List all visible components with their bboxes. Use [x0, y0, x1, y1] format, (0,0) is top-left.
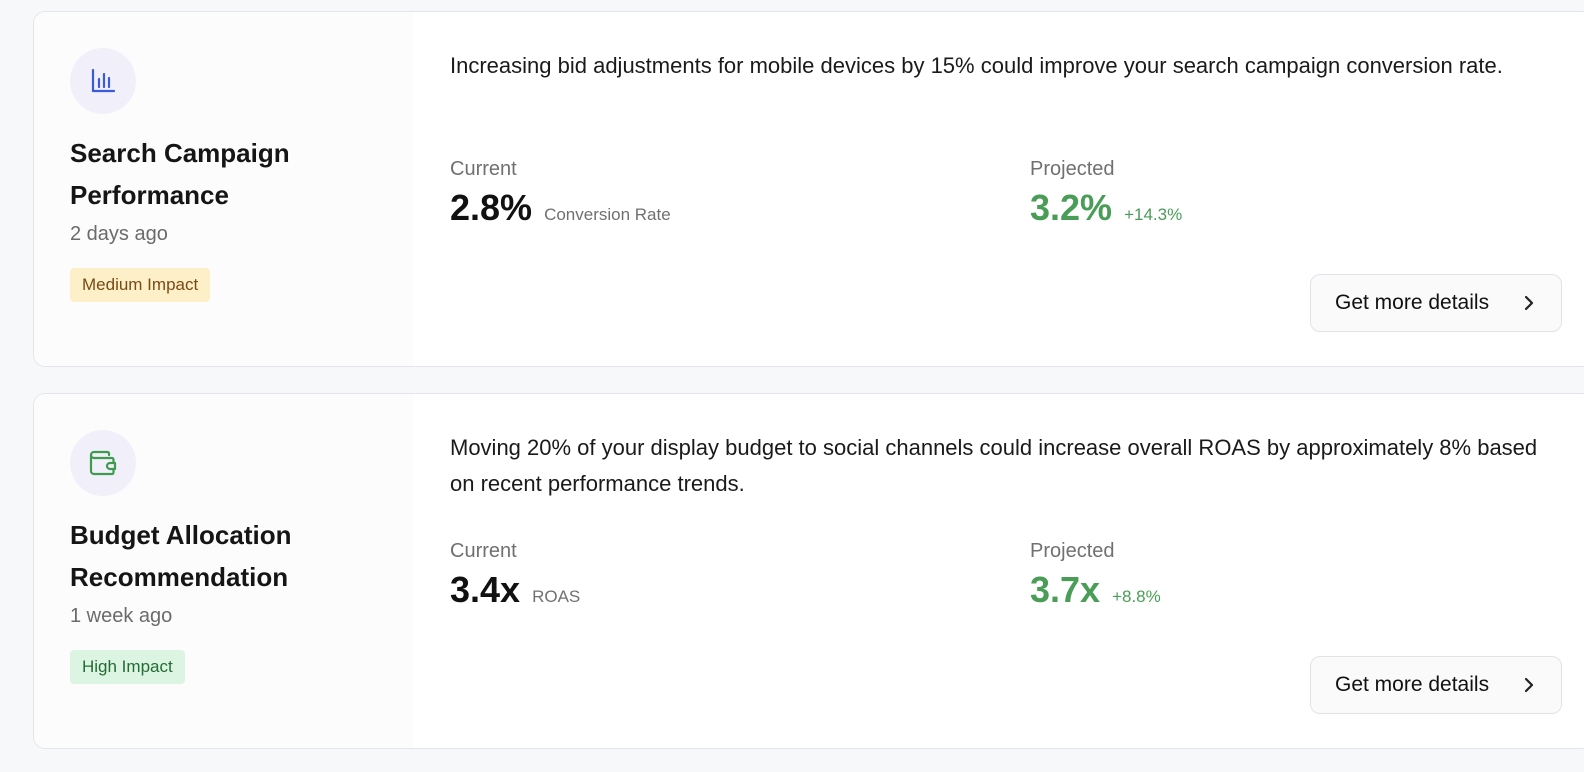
projected-value: 3.2%	[1030, 187, 1113, 228]
projected-metric: Projected 3.7x +8.8%	[1030, 540, 1161, 611]
recommendation-description: Moving 20% of your display budget to soc…	[450, 435, 1538, 496]
recommendation-description: Increasing bid adjustments for mobile de…	[450, 53, 1503, 78]
card-title: Budget Allocation Recommendation	[70, 520, 292, 592]
get-more-details-button[interactable]: Get more details	[1310, 274, 1562, 332]
card-summary: Budget Allocation Recommendation 1 week …	[34, 394, 414, 748]
card-title: Search Campaign Performance	[70, 138, 290, 210]
chevron-right-icon	[1523, 294, 1535, 318]
timestamp: 1 week ago	[70, 605, 173, 627]
recommendation-card: Search Campaign Performance 2 days ago M…	[33, 11, 1584, 367]
metric-unit: Conversion Rate	[544, 205, 671, 224]
projected-metric: Projected 3.2% +14.3%	[1030, 158, 1182, 229]
button-label: Get more details	[1335, 673, 1490, 696]
card-summary: Search Campaign Performance 2 days ago M…	[34, 12, 414, 366]
card-details: Increasing bid adjustments for mobile de…	[450, 12, 1584, 366]
projected-label: Projected	[1030, 540, 1115, 562]
current-label: Current	[450, 540, 517, 562]
current-value: 3.4x	[450, 569, 521, 610]
projected-label: Projected	[1030, 158, 1115, 180]
button-label: Get more details	[1335, 291, 1490, 314]
current-label: Current	[450, 158, 517, 180]
timestamp: 2 days ago	[70, 223, 168, 245]
current-metric: Current 3.4x ROAS	[450, 540, 580, 611]
bar-chart-icon	[70, 48, 136, 114]
impact-badge: Medium Impact	[70, 268, 211, 302]
card-details: Moving 20% of your display budget to soc…	[450, 394, 1584, 748]
current-metric: Current 2.8% Conversion Rate	[450, 158, 671, 229]
projected-value: 3.7x	[1030, 569, 1101, 610]
impact-badge: High Impact	[70, 650, 185, 684]
metric-unit: ROAS	[532, 587, 581, 606]
current-value: 2.8%	[450, 187, 533, 228]
recommendation-card: Budget Allocation Recommendation 1 week …	[33, 393, 1584, 749]
projected-delta: +14.3%	[1124, 205, 1183, 224]
chevron-right-icon	[1523, 676, 1535, 700]
projected-delta: +8.8%	[1112, 587, 1161, 606]
wallet-icon	[70, 430, 136, 496]
get-more-details-button[interactable]: Get more details	[1310, 656, 1562, 714]
recommendations-list: Search Campaign Performance 2 days ago M…	[0, 0, 1584, 772]
